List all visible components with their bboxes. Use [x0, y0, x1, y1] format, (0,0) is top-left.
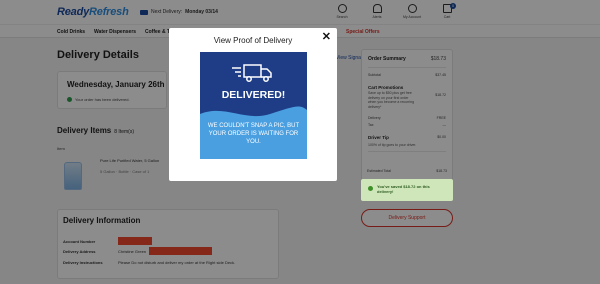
close-icon[interactable]: ✕: [322, 32, 331, 43]
delivered-message: WE COULDN'T SNAP A PIC, BUT YOUR ORDER I…: [207, 123, 300, 145]
proof-of-delivery-image: DELIVERED! WE COULDN'T SNAP A PIC, BUT Y…: [200, 52, 307, 159]
delivery-truck-icon: [232, 64, 272, 82]
savings-text: You've saved $18.72 on this delivery!: [377, 184, 430, 194]
delivered-headline: DELIVERED!: [221, 89, 286, 101]
savings-icon: [368, 186, 373, 191]
proof-of-delivery-modal: View Proof of Delivery ✕ DELIVERED! WE C…: [169, 28, 337, 181]
savings-banner: You've saved $18.72 on this delivery!: [361, 179, 453, 201]
modal-title: View Proof of Delivery: [213, 36, 293, 45]
